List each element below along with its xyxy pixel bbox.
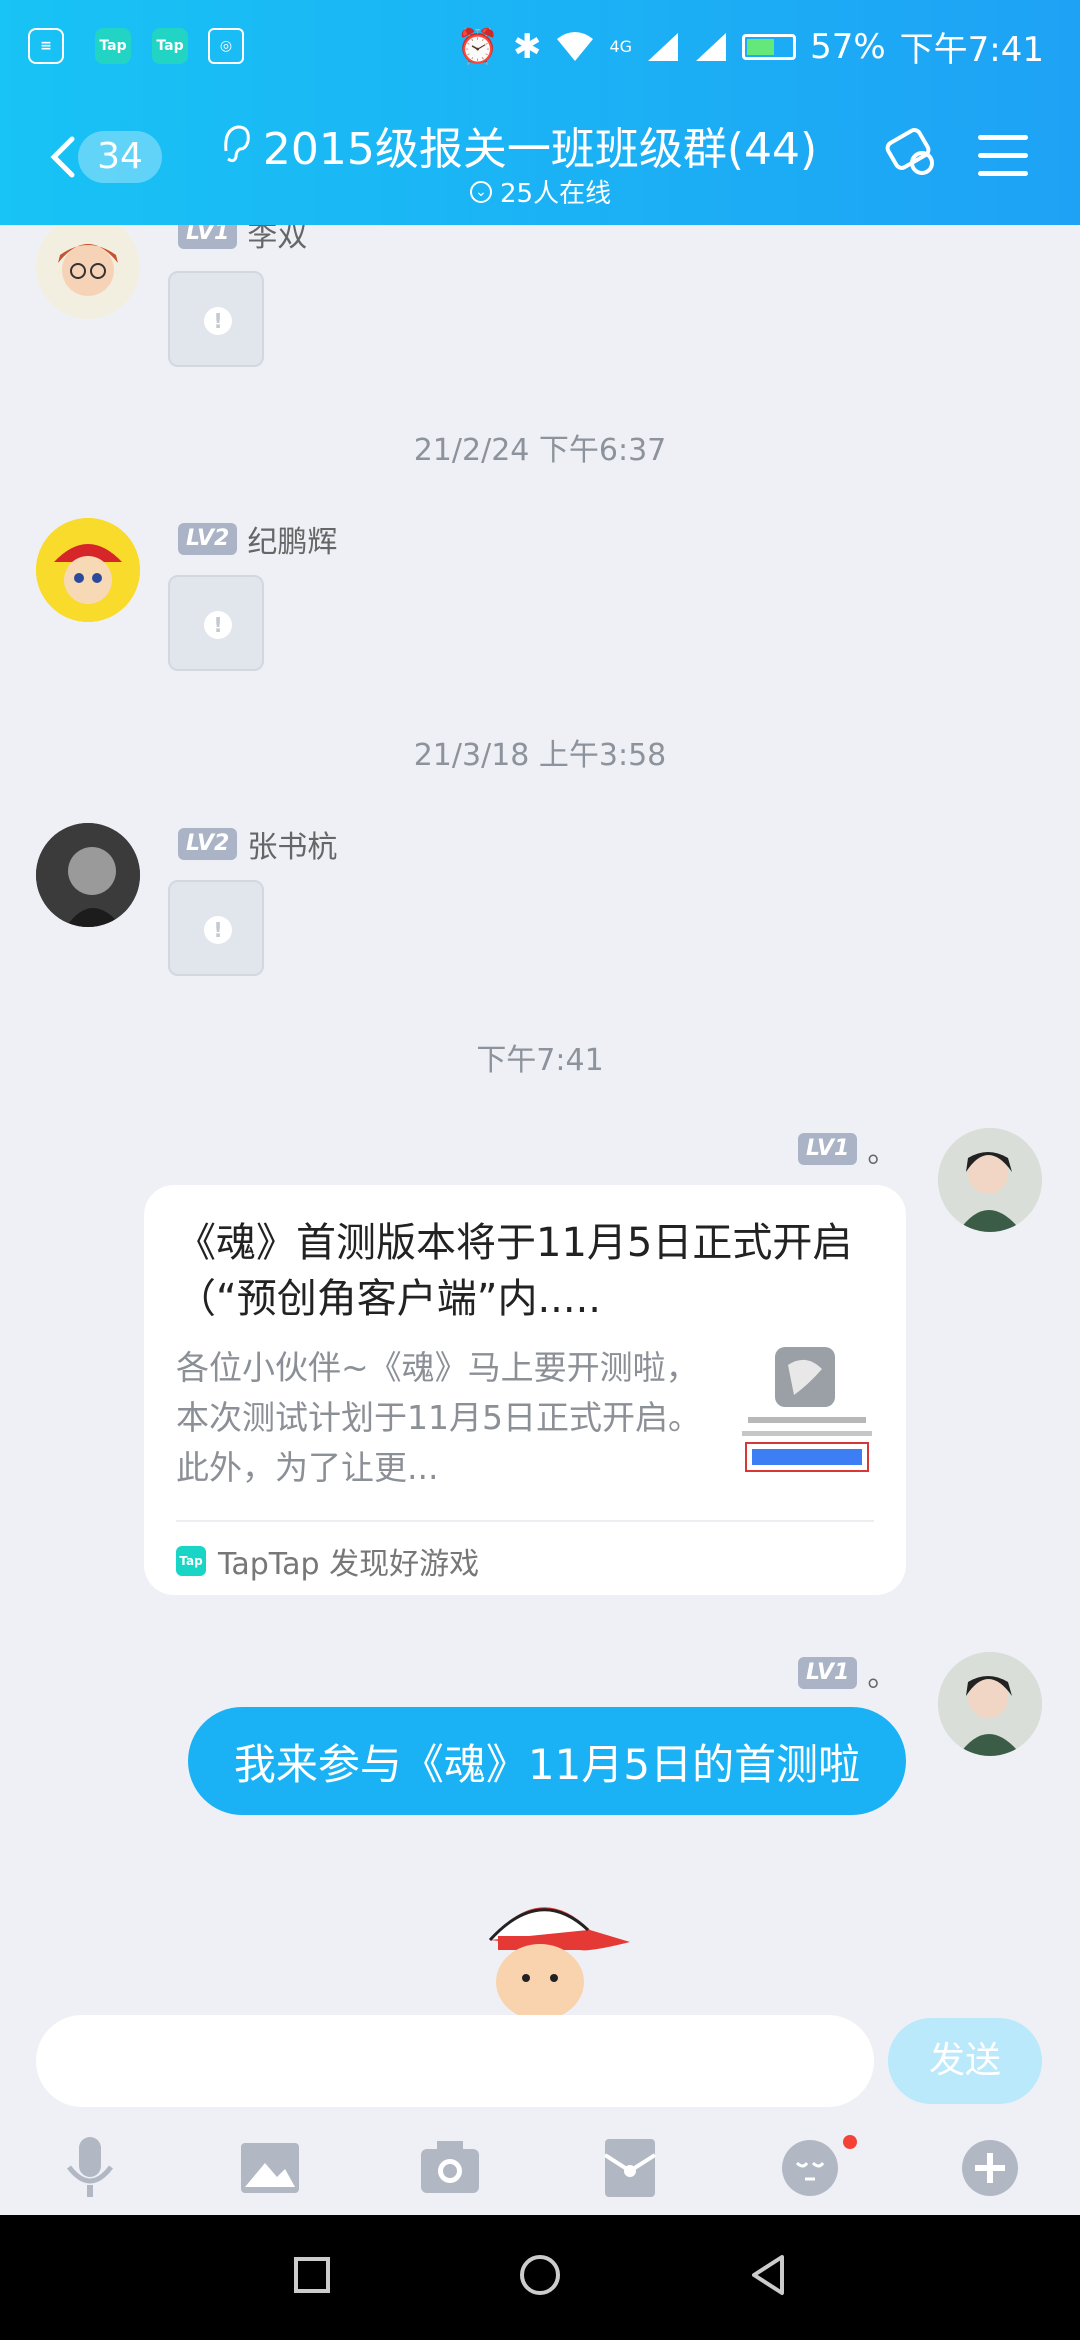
- card-source-label: TapTap 发现好游戏: [218, 1547, 480, 1582]
- top-bar: ≡ Tap Tap ◎ ⏰ ✱ 4G 57% 下午7:41 34 2015级报关…: [0, 0, 1080, 225]
- sticker-character[interactable]: [470, 1890, 640, 2015]
- system-nav-bar: [0, 2215, 1080, 2340]
- sender-name: LV1 李双: [178, 225, 307, 255]
- bluetooth-icon: ✱: [512, 26, 542, 67]
- message-text: 我来参与《魂》11月5日的首测啦: [233, 1739, 861, 1789]
- sender-name: LV1 。: [798, 1127, 897, 1171]
- signal-icon: [648, 32, 679, 61]
- card-description: 各位小伙伴~《魂》马上要开测啦，本次测试计划于11月5日正式开启。此外，为了让更…: [176, 1348, 701, 1487]
- clock: 下午7:41: [899, 30, 1044, 70]
- chat-header: 34 2015级报关一班班级群(44) ⌄ 25人在线: [0, 95, 1080, 225]
- my-avatar[interactable]: [938, 1652, 1042, 1756]
- recents-icon[interactable]: [292, 2255, 332, 2295]
- send-button[interactable]: 发送: [888, 2018, 1042, 2104]
- scan-app-icon: ◎: [208, 28, 244, 64]
- app-notification-icon: ≡: [28, 28, 64, 64]
- sender-label: 李双: [247, 225, 308, 254]
- timestamp: 21/2/24 下午6:37: [413, 433, 667, 468]
- home-icon[interactable]: [518, 2253, 562, 2297]
- microphone-icon[interactable]: [55, 2133, 125, 2203]
- message-bubble[interactable]: 我来参与《魂》11月5日的首测啦: [188, 1707, 906, 1815]
- menu-icon[interactable]: [978, 135, 1028, 179]
- failed-image[interactable]: [168, 271, 264, 367]
- timestamp: 下午7:41: [476, 1043, 604, 1078]
- taptap-logo-icon: Tap: [176, 1546, 206, 1576]
- network-type: 4G: [609, 37, 633, 56]
- share-screen-icon[interactable]: [882, 121, 944, 183]
- plus-icon[interactable]: [955, 2133, 1025, 2203]
- alarm-icon: ⏰: [456, 26, 499, 67]
- level-badge: LV2: [178, 828, 238, 860]
- avatar[interactable]: [36, 518, 140, 622]
- level-badge: LV1: [178, 225, 238, 249]
- sender-label: 纪鹏辉: [247, 525, 338, 560]
- new-indicator-dot: [843, 2135, 857, 2149]
- failed-image[interactable]: [168, 575, 264, 671]
- red-packet-icon[interactable]: [595, 2133, 665, 2203]
- sender-name: LV1 。: [798, 1651, 897, 1695]
- timestamp: 21/3/18 上午3:58: [413, 738, 667, 773]
- avatar[interactable]: [36, 823, 140, 927]
- level-badge: LV1: [798, 1133, 858, 1165]
- sender-label: 。: [867, 1135, 898, 1170]
- emoji-icon[interactable]: [775, 2133, 845, 2203]
- chat-messages[interactable]: LV1 李双 21/2/24 下午6:37 LV2 纪鹏辉 21/3/18 上午…: [0, 225, 1080, 2015]
- card-title: 《魂》首测版本将于11月5日正式开启（“预创角客户端”内.....: [176, 1220, 853, 1322]
- status-bar: ≡ Tap Tap ◎ ⏰ ✱ 4G 57% 下午7:41: [0, 0, 1080, 95]
- card-source: Tap TapTap 发现好游戏: [176, 1539, 479, 1583]
- image-icon[interactable]: [235, 2133, 305, 2203]
- taptap-notification-icon: Tap: [95, 28, 131, 64]
- chevron-down-icon: ⌄: [470, 180, 492, 203]
- link-share-card[interactable]: 《魂》首测版本将于11月5日正式开启（“预创角客户端”内..... 各位小伙伴~…: [144, 1185, 906, 1595]
- online-count: 25人在线: [500, 179, 612, 209]
- unread-count-badge[interactable]: 34: [78, 131, 162, 183]
- message-input[interactable]: [36, 2015, 874, 2107]
- battery-percent: 57%: [810, 26, 886, 67]
- card-divider: [176, 1520, 874, 1522]
- back-icon[interactable]: [746, 2253, 790, 2297]
- signal-icon-2: [696, 32, 727, 61]
- battery-icon: [742, 33, 797, 60]
- online-status[interactable]: ⌄ 25人在线: [470, 173, 611, 210]
- sender-label: 张书杭: [247, 830, 338, 865]
- my-avatar[interactable]: [938, 1128, 1042, 1232]
- input-toolbar: [0, 2133, 1080, 2203]
- wifi-icon: [557, 31, 594, 61]
- sender-label: 。: [867, 1659, 898, 1694]
- taptap-notification-icon-2: Tap: [152, 28, 188, 64]
- camera-icon[interactable]: [415, 2133, 485, 2203]
- avatar[interactable]: [36, 225, 140, 319]
- level-badge: LV2: [178, 523, 238, 555]
- input-bar: 发送: [0, 2015, 1080, 2215]
- group-title: 2015级报关一班班级群(44): [262, 124, 818, 175]
- card-thumbnail: [738, 1345, 876, 1495]
- status-right: ⏰ ✱ 4G 57% 下午7:41: [457, 22, 1044, 71]
- sender-name: LV2 纪鹏辉: [178, 517, 337, 561]
- failed-image[interactable]: [168, 880, 264, 976]
- level-badge: LV1: [798, 1657, 858, 1689]
- sender-name: LV2 张书杭: [178, 822, 337, 866]
